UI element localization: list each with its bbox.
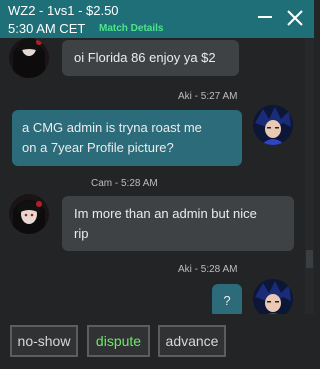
message-meta: Aki - 5:27 AM <box>178 91 238 102</box>
message-text: ? <box>223 293 231 308</box>
message-meta: Aki - 5:28 AM <box>178 264 238 275</box>
message-list[interactable]: oi Florida 86 enjoy ya $2 Aki - 5:27 AM … <box>0 38 305 314</box>
message-text-line: a CMG admin is tryna roast me <box>22 120 202 135</box>
scrollbar[interactable] <box>305 38 314 314</box>
message-text: oi Florida 86 enjoy ya $2 <box>74 50 216 65</box>
dispute-button[interactable]: dispute <box>87 325 150 357</box>
match-time: 5:30 AM CET <box>8 21 86 36</box>
message-meta: Cam - 5:28 AM <box>91 178 158 189</box>
message-bubble: Im more than an admin but nice rip <box>62 196 294 251</box>
message-bubble: a CMG admin is tryna roast me on a 7year… <box>12 110 242 166</box>
message-text-line: Im more than an admin but nice <box>74 206 257 221</box>
minimize-icon[interactable] <box>258 16 272 18</box>
scrollbar-thumb[interactable] <box>306 250 313 268</box>
avatar <box>253 105 293 145</box>
avatar <box>9 194 49 234</box>
message-text-line: on a 7year Profile picture? <box>22 140 174 155</box>
avatar <box>9 38 49 78</box>
match-details-link[interactable]: Match Details <box>99 23 163 34</box>
no-show-button[interactable]: no-show <box>10 325 78 357</box>
advance-button[interactable]: advance <box>158 325 226 357</box>
close-icon[interactable] <box>286 9 304 27</box>
message-bubble: oi Florida 86 enjoy ya $2 <box>62 40 239 76</box>
action-bar: no-show dispute advance <box>0 318 314 369</box>
chat-header: WZ2 - 1vs1 - $2.50 5:30 AM CET Match Det… <box>0 0 314 38</box>
avatar <box>253 279 293 314</box>
message-bubble: ? <box>212 284 242 314</box>
match-title: WZ2 - 1vs1 - $2.50 <box>8 3 119 18</box>
message-text-line: rip <box>74 226 89 241</box>
